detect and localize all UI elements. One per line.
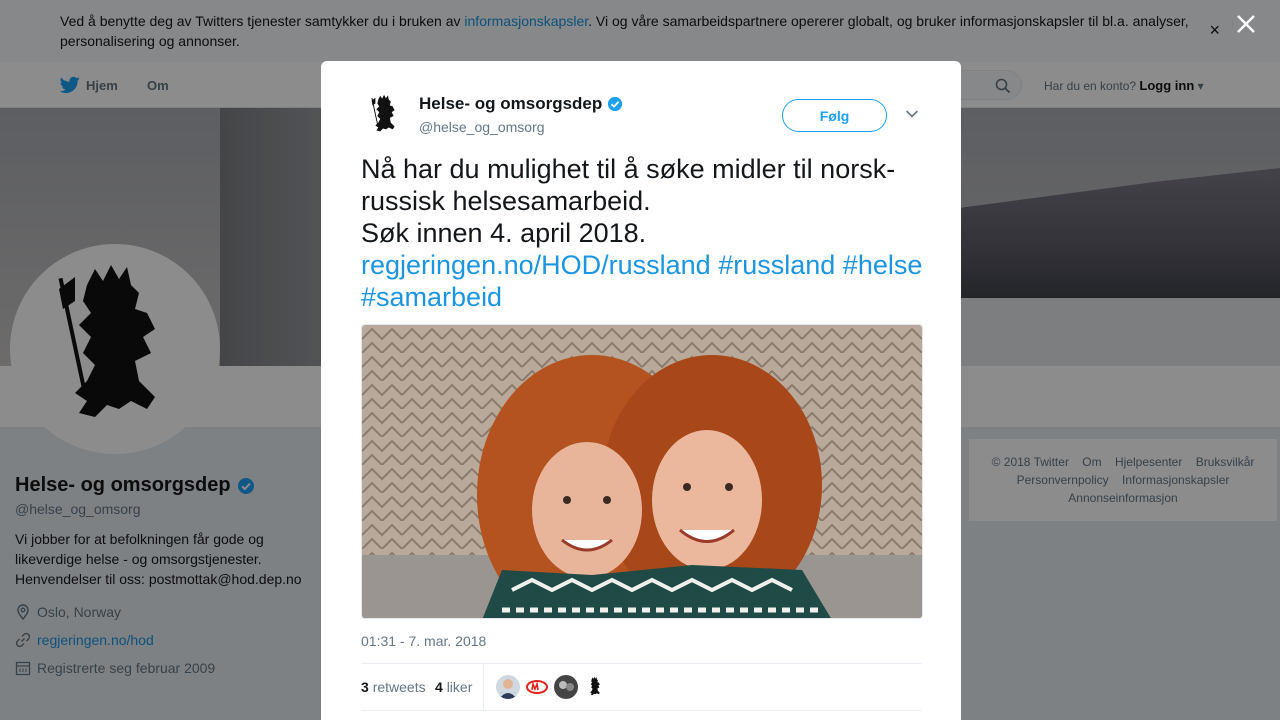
tweet-author-name-text: Helse- og omsorgsdep: [419, 94, 603, 113]
norwegian-lion-logo: [371, 94, 395, 132]
retweets-count: 3: [361, 679, 369, 695]
likes-label: liker: [446, 679, 473, 695]
hashtag-samarbeid[interactable]: #samarbeid: [361, 282, 502, 312]
tweet-modal: Helse- og omsorgsdep @helse_og_omsorg Fø…: [321, 61, 961, 720]
liker-avatar[interactable]: [554, 675, 578, 699]
tweet-text: Nå har du mulighet til å søke midler til…: [361, 153, 931, 313]
brand-logo-icon: [525, 675, 549, 699]
tweet-link[interactable]: regjeringen.no/HOD/russland: [361, 250, 711, 280]
likes-stat[interactable]: 4 liker: [435, 679, 472, 695]
follow-button[interactable]: Følg: [782, 99, 887, 132]
photo-avatar-icon: [554, 675, 578, 699]
liker-avatar[interactable]: [583, 675, 607, 699]
chevron-down-icon[interactable]: [905, 109, 919, 119]
hashtag-helse[interactable]: #helse: [843, 250, 923, 280]
tweet-photo[interactable]: [361, 324, 923, 619]
liker-avatar[interactable]: [496, 675, 520, 699]
stats-divider: [483, 664, 484, 711]
photo-two-people: [362, 325, 922, 618]
tweet-text-line2: Søk innen 4. april 2018.: [361, 218, 647, 248]
liker-avatars: [496, 675, 607, 699]
tweet-author-handle[interactable]: @helse_og_omsorg: [419, 119, 545, 135]
close-icon[interactable]: [1234, 12, 1258, 36]
person-avatar-icon: [496, 675, 520, 699]
tweet-author-avatar[interactable]: [361, 91, 409, 139]
retweets-label: retweets: [372, 679, 426, 695]
tweet-stats: 3 retweets 4 liker: [361, 663, 921, 711]
likes-count: 4: [435, 679, 443, 695]
tweet-timestamp[interactable]: 01:31 - 7. mar. 2018: [361, 633, 486, 649]
liker-avatar[interactable]: [525, 675, 549, 699]
norwegian-lion-logo: [583, 675, 607, 699]
tweet-text-line1: Nå har du mulighet til å søke midler til…: [361, 154, 896, 216]
tweet-author-name[interactable]: Helse- og omsorgsdep: [419, 94, 623, 114]
hashtag-russland[interactable]: #russland: [718, 250, 835, 280]
verified-badge-icon: [608, 96, 623, 112]
retweets-stat[interactable]: 3 retweets: [361, 679, 426, 695]
